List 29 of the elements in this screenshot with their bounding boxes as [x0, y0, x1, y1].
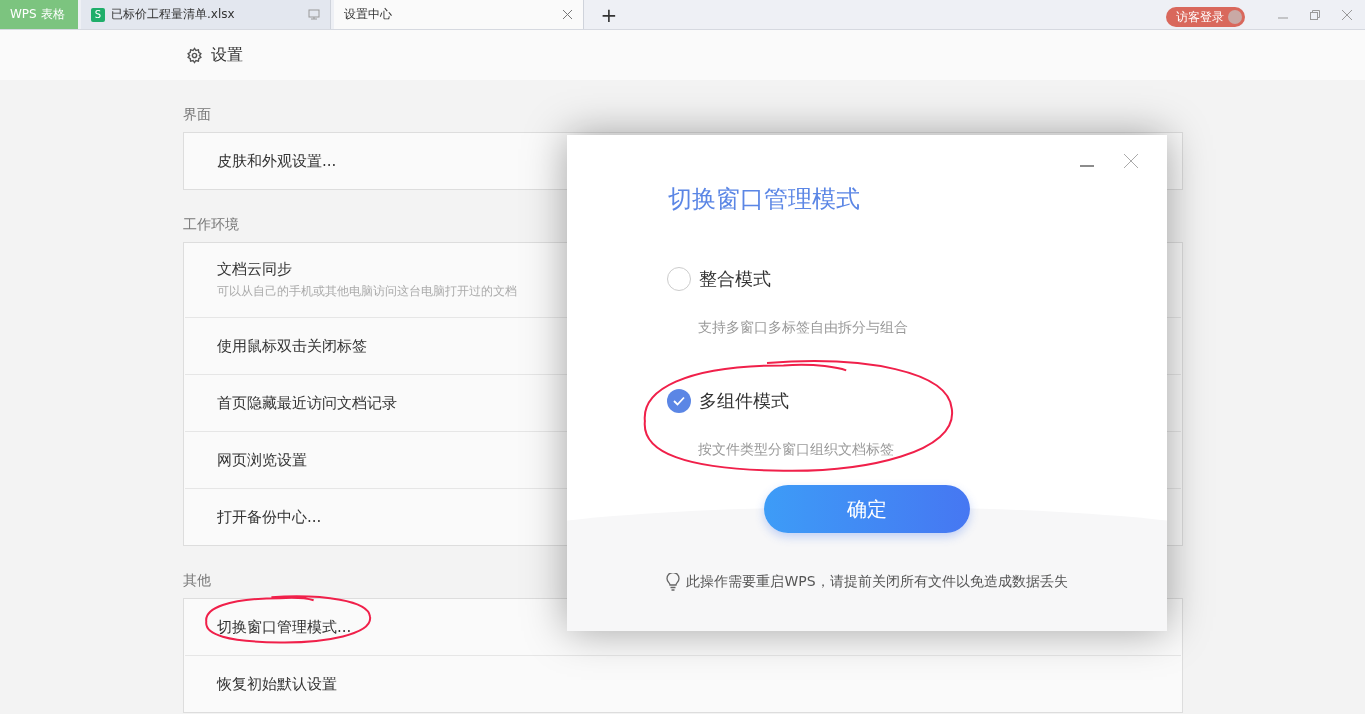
option-description: 按文件类型分窗口组织文档标签 — [698, 441, 895, 459]
monitor-icon — [308, 9, 320, 20]
tab[interactable]: S 已标价工程量清单.xlsx — [81, 0, 331, 29]
item-description: 可以从自己的手机或其他电脑访问这台电脑打开过的文档 — [217, 283, 518, 300]
option-description: 支持多窗口多标签自由拆分与组合 — [698, 319, 909, 337]
option-label[interactable]: 整合模式 — [699, 267, 771, 291]
settings-item[interactable]: 恢复初始默认设置 — [185, 656, 1181, 712]
lightbulb-icon — [666, 573, 681, 591]
check-icon — [673, 396, 685, 406]
restore-icon — [1309, 8, 1321, 21]
minimize-icon — [1079, 165, 1095, 167]
new-tab-button[interactable]: + — [587, 0, 631, 29]
radio-button[interactable] — [667, 389, 691, 413]
avatar-icon — [1228, 10, 1242, 24]
restart-note: 此操作需要重启WPS，请提前关闭所有文件以免造成数据丢失 — [686, 573, 1068, 591]
minimize-icon — [1277, 16, 1289, 19]
close-icon[interactable] — [562, 9, 573, 20]
tab[interactable]: 设置中心 — [334, 0, 584, 29]
spreadsheet-icon: S — [91, 7, 105, 22]
radio-button[interactable] — [667, 267, 691, 291]
settings-icon — [186, 46, 203, 64]
section-label: 其他 — [183, 571, 211, 590]
dialog-title: 切换窗口管理模式 — [668, 184, 861, 215]
section-label: 界面 — [183, 105, 211, 124]
page-title: 设置 — [211, 44, 243, 66]
section-label: 工作环境 — [183, 215, 239, 234]
option-label[interactable]: 多组件模式 — [699, 389, 789, 413]
close-icon — [1123, 153, 1139, 169]
close-icon — [1341, 8, 1353, 21]
